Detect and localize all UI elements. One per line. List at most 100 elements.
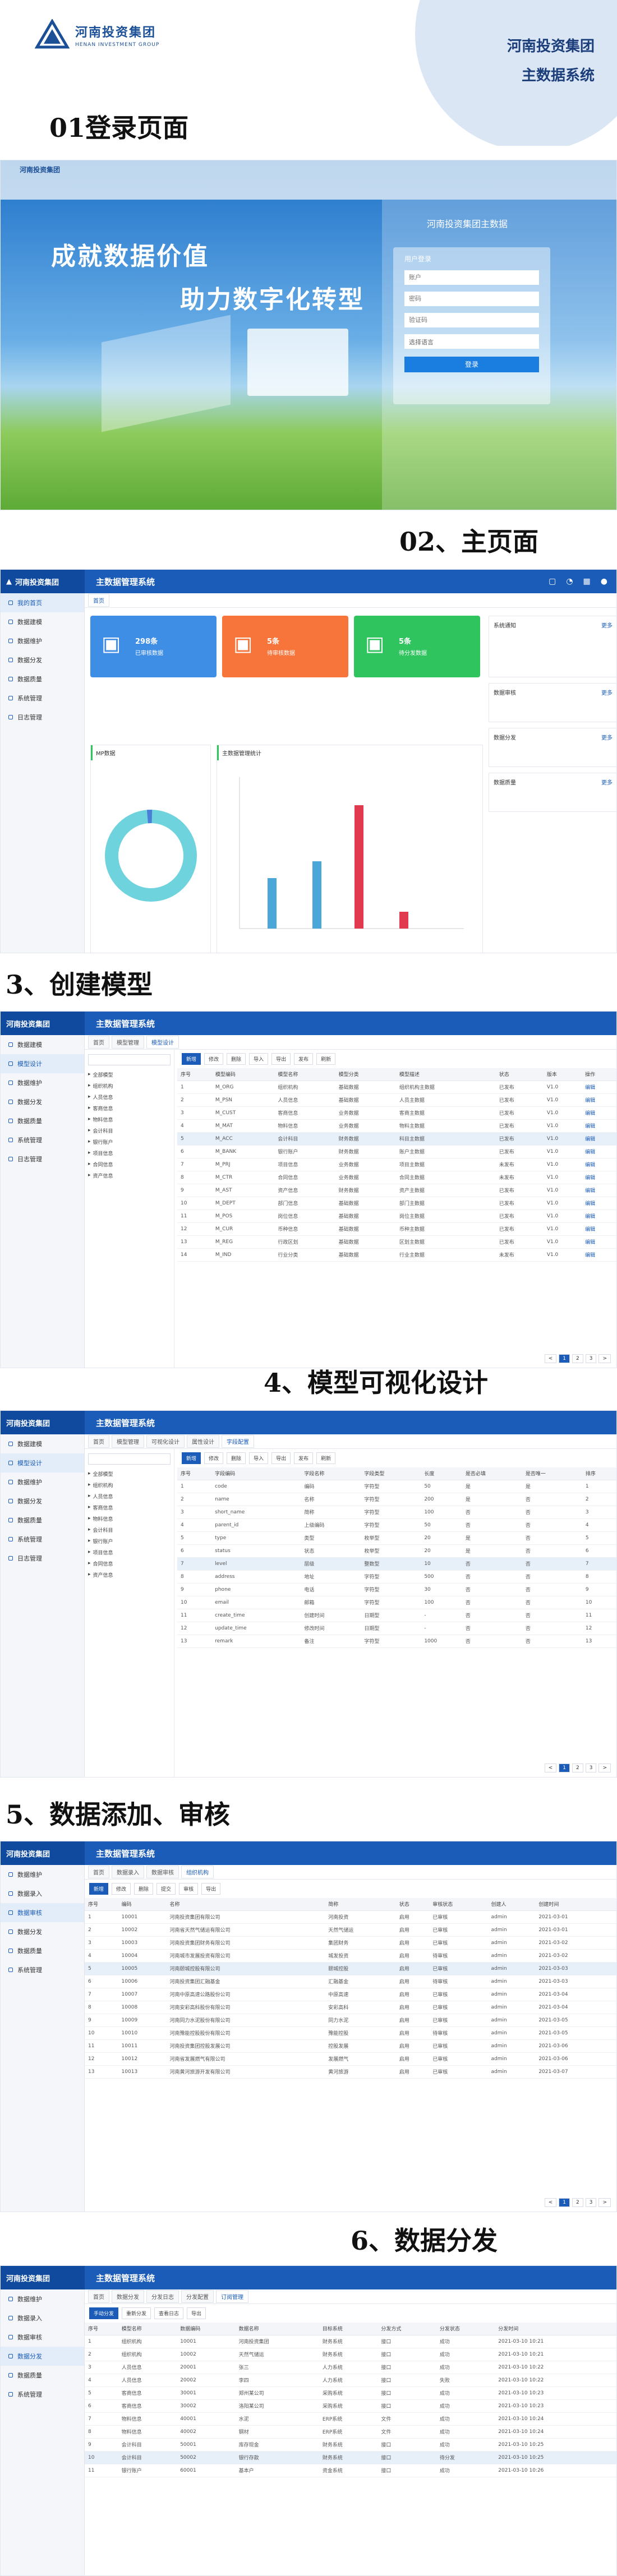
- sidebar-item[interactable]: 数据分发: [1, 1092, 84, 1111]
- tree-node[interactable]: ▸ 会计科目: [88, 1524, 171, 1535]
- column-header[interactable]: 目标系统: [319, 2323, 378, 2335]
- fullscreen-icon[interactable]: ▢: [549, 577, 556, 586]
- table-row[interactable]: 4 parent_id 上级编码 字符型 50 否否 4: [177, 1518, 616, 1532]
- password-input[interactable]: [404, 292, 539, 306]
- captcha-input[interactable]: [404, 313, 539, 327]
- sidebar-item[interactable]: 数据分发: [1, 2347, 84, 2366]
- pager-button[interactable]: 3: [585, 1764, 597, 1772]
- login-button[interactable]: 登录: [404, 357, 539, 372]
- sidebar-item[interactable]: 日志管理: [1, 1149, 84, 1169]
- sidebar-item[interactable]: 数据建模: [1, 1434, 84, 1453]
- user-icon[interactable]: ●: [601, 577, 607, 586]
- summary-card[interactable]: ▣ 298条 已审核数据: [90, 616, 217, 677]
- toolbar-button[interactable]: 审核: [179, 1883, 199, 1895]
- toolbar-button[interactable]: 导入: [249, 1053, 269, 1065]
- sidebar-item[interactable]: 数据质量: [1, 2366, 84, 2385]
- table-row[interactable]: 10 M_DEPT 部门信息 基础数据 部门主数据 已发布 V1.0 编辑: [177, 1197, 616, 1210]
- toolbar-button[interactable]: 手动分发: [89, 2307, 119, 2319]
- table-row[interactable]: 12 M_CUR 币种信息 基础数据 币种主数据 已发布 V1.0 编辑: [177, 1222, 616, 1236]
- tab[interactable]: 分发配置: [181, 2290, 214, 2303]
- table-row[interactable]: 6 10006 河南投资集团汇融基金 汇融基金 启用 待审核 admin 2021-03-03: [85, 1975, 616, 1988]
- sidebar-item[interactable]: 数据质量: [1, 1511, 84, 1530]
- column-header[interactable]: 模型名称: [274, 1068, 335, 1081]
- sidebar-item[interactable]: 数据审核: [1, 2328, 84, 2347]
- sidebar-item[interactable]: 日志管理: [1, 1549, 84, 1568]
- sidebar-item[interactable]: 系统管理: [1, 1530, 84, 1549]
- toolbar-button[interactable]: 导出: [201, 1883, 221, 1895]
- toolbar-button[interactable]: 重新分发: [122, 2307, 151, 2319]
- tab[interactable]: 模型管理: [112, 1036, 144, 1049]
- table-row[interactable]: 8 M_CTR 合同信息 业务数据 合同主数据 未发布 V1.0 编辑: [177, 1171, 616, 1184]
- toolbar-button[interactable]: 提交: [156, 1883, 176, 1895]
- column-header[interactable]: 是否必填: [462, 1467, 522, 1480]
- column-header[interactable]: 是否唯一: [522, 1467, 582, 1480]
- table-row[interactable]: 10 email 邮箱 字符型 100 否否 10: [177, 1596, 616, 1609]
- table-row[interactable]: 12 10012 河南省发展燃气有限公司 发展燃气 启用 已审核 admin 2021-03-…: [85, 2052, 616, 2066]
- toolbar-button[interactable]: 查看日志: [154, 2307, 184, 2319]
- table-row[interactable]: 11 M_POS 岗位信息 基础数据 岗位主数据 已发布 V1.0 编辑: [177, 1209, 616, 1223]
- grid-icon[interactable]: ▦: [583, 577, 591, 586]
- more-link[interactable]: 更多: [601, 688, 613, 696]
- sidebar-item[interactable]: 数据分发: [1, 1492, 84, 1511]
- tab[interactable]: 订阅管理: [216, 2290, 248, 2303]
- sidebar-item[interactable]: 数据分发: [1, 650, 84, 670]
- pager-button[interactable]: >: [598, 2198, 611, 2207]
- table-row[interactable]: 4 M_MAT 物料信息 业务数据 物料主数据 已发布 V1.0 编辑: [177, 1119, 616, 1133]
- tab[interactable]: 数据审核: [146, 1866, 179, 1878]
- tab[interactable]: 首页: [88, 1036, 109, 1049]
- table-row[interactable]: 8 address 地址 字符型 500 否否 8: [177, 1570, 616, 1584]
- table-row[interactable]: 4 人员信息 20002 李四 人力系统 接口 失败 2021-03-10 10:22: [85, 2374, 616, 2387]
- tree-node[interactable]: ▸ 物料信息: [88, 1513, 171, 1524]
- tab[interactable]: 分发日志: [146, 2290, 179, 2303]
- tree-search-input[interactable]: [88, 1453, 171, 1465]
- column-header[interactable]: 模型分类: [335, 1068, 396, 1081]
- tree-node[interactable]: ▸ 合同信息: [88, 1558, 171, 1569]
- tab[interactable]: 字段配置: [222, 1435, 254, 1448]
- column-header[interactable]: 字段名称: [301, 1467, 361, 1480]
- table-row[interactable]: 11 10011 河南投资集团控股发展公司 控股发展 启用 已审核 admin 2021-03…: [85, 2039, 616, 2053]
- pager-button[interactable]: <: [544, 1354, 557, 1363]
- tree-node[interactable]: ▸ 客商信息: [88, 1102, 171, 1114]
- more-link[interactable]: 更多: [601, 778, 613, 786]
- table-row[interactable]: 8 10008 河南安彩高科股份有限公司 安彩高科 启用 已审核 admin 2021-03-…: [85, 2001, 616, 2014]
- sidebar-item[interactable]: 数据建模: [1, 612, 84, 631]
- column-header[interactable]: 版本: [543, 1068, 582, 1081]
- column-header[interactable]: 编码: [118, 1898, 167, 1911]
- table-row[interactable]: 1 code 编码 字符型 50 是是 1: [177, 1480, 616, 1493]
- table-row[interactable]: 6 status 状态 枚举型 20 是否 6: [177, 1544, 616, 1558]
- column-header[interactable]: 分发状态: [436, 2323, 495, 2335]
- column-header[interactable]: 序号: [177, 1467, 212, 1480]
- column-header[interactable]: 操作: [582, 1068, 616, 1081]
- column-header[interactable]: 模型编码: [211, 1068, 275, 1081]
- table-row[interactable]: 9 M_AST 资产信息 财务数据 资产主数据 已发布 V1.0 编辑: [177, 1184, 616, 1197]
- toolbar-button[interactable]: 导出: [271, 1452, 291, 1464]
- sidebar-item[interactable]: 数据质量: [1, 670, 84, 689]
- table-row[interactable]: 2 10002 河南省天然气储运有限公司 天然气储运 启用 已审核 admin 2021-03…: [85, 1923, 616, 1937]
- notice-card[interactable]: 数据质量 更多: [489, 773, 616, 812]
- column-header[interactable]: 序号: [85, 1898, 118, 1911]
- tree-node[interactable]: ▸ 资产信息: [88, 1569, 171, 1580]
- sidebar-item[interactable]: 模型设计: [1, 1453, 84, 1472]
- toolbar-button[interactable]: 导入: [249, 1452, 269, 1464]
- table-row[interactable]: 3 人员信息 20001 张三 人力系统 接口 成功 2021-03-10 10:22: [85, 2361, 616, 2374]
- table-row[interactable]: 12 update_time 修改时间 日期型 - 否否 12: [177, 1622, 616, 1635]
- summary-card[interactable]: ▣ 5条 待审核数据: [222, 616, 348, 677]
- pager-button[interactable]: 1: [559, 1764, 570, 1772]
- sidebar-item[interactable]: 数据审核: [1, 1903, 84, 1922]
- table-row[interactable]: 7 level 层级 整数型 10 否否 7: [177, 1557, 616, 1571]
- sidebar-item[interactable]: 数据录入: [1, 1884, 84, 1903]
- pager-button[interactable]: >: [598, 1764, 611, 1772]
- toolbar-button[interactable]: 导出: [187, 2307, 206, 2319]
- table-row[interactable]: 1 组织机构 10001 河南投资集团 财务系统 接口 成功 2021-03-10 10:21: [85, 2335, 616, 2348]
- table-row[interactable]: 3 short_name 简称 字符型 100 否否 3: [177, 1506, 616, 1519]
- column-header[interactable]: 简称: [325, 1898, 396, 1911]
- toolbar-button[interactable]: 删除: [227, 1452, 246, 1464]
- tab[interactable]: 数据录入: [112, 1866, 144, 1878]
- table-row[interactable]: 5 客商信息 30001 郑州某公司 采购系统 接口 成功 2021-03-10 10:23: [85, 2386, 616, 2400]
- column-header[interactable]: 审核状态: [429, 1898, 488, 1911]
- toolbar-button[interactable]: 新增: [89, 1883, 109, 1895]
- tree-search-input[interactable]: [88, 1054, 171, 1065]
- pager-button[interactable]: 2: [572, 1764, 583, 1772]
- toolbar-button[interactable]: 发布: [294, 1053, 314, 1065]
- column-header[interactable]: 分发方式: [377, 2323, 436, 2335]
